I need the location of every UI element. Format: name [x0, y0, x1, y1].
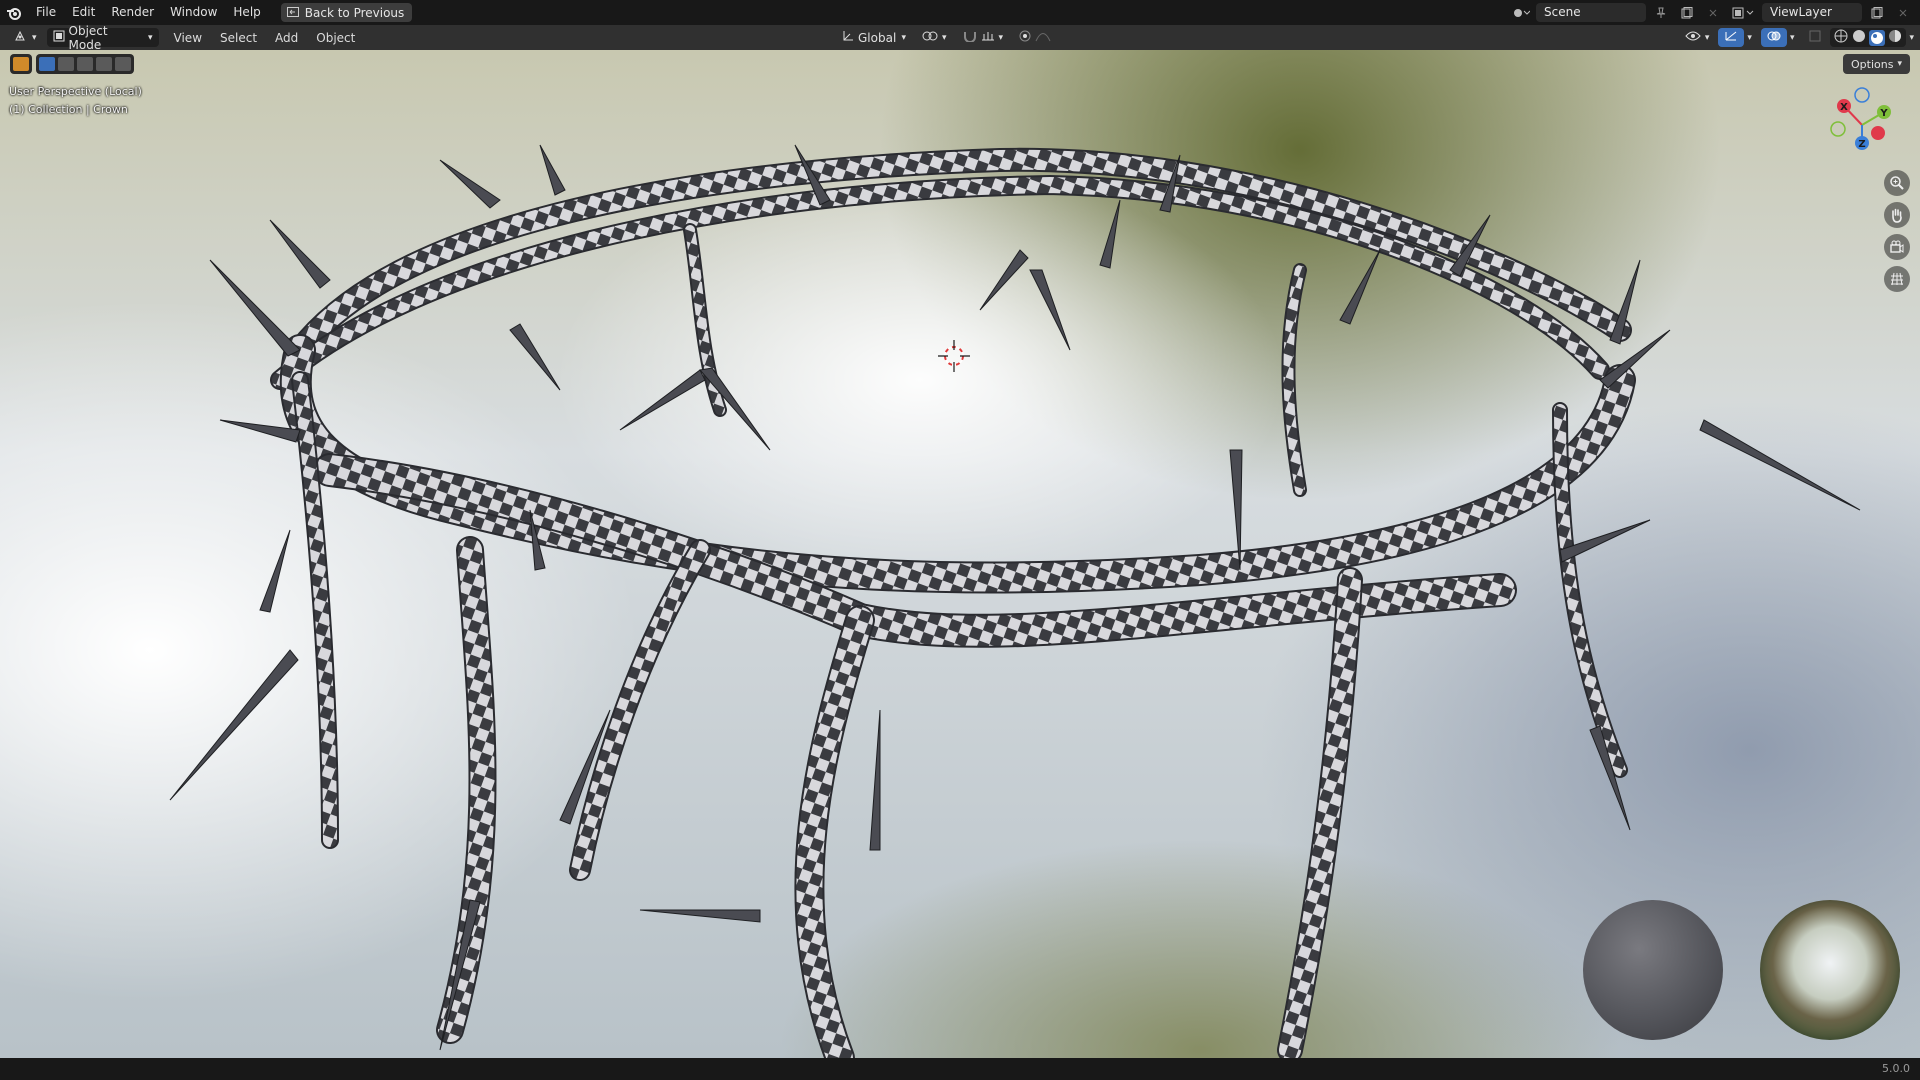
orientation-dropdown[interactable]: Global ▾: [836, 28, 912, 47]
magnet-icon: [963, 30, 977, 45]
visibility-button[interactable]: ▾: [1679, 28, 1716, 47]
chevron-down-icon: ▾: [998, 32, 1004, 43]
transform-controls: Global ▾ ▾ ▾: [836, 28, 1057, 47]
3d-cursor-icon[interactable]: [938, 340, 970, 372]
select-new-icon[interactable]: [39, 57, 55, 71]
orientation-label: Global: [858, 30, 897, 45]
pin-icon[interactable]: [1650, 3, 1672, 22]
3d-viewport[interactable]: User Perspective (Local) (1) Collection …: [0, 50, 1920, 1058]
editor-type-icon: [14, 30, 28, 45]
menu-help[interactable]: Help: [225, 0, 268, 25]
viewlayer-selector-icon[interactable]: [1728, 3, 1758, 22]
object-mode-icon: [53, 30, 65, 45]
pan-hand-icon[interactable]: [1884, 202, 1910, 228]
select-extend-icon[interactable]: [58, 57, 74, 71]
new-scene-icon[interactable]: [1676, 3, 1698, 22]
close-icon[interactable]: [1702, 3, 1724, 22]
blender-window: File Edit Render Window Help Back to Pre…: [0, 0, 1920, 1080]
viewport-header: ▾ Object Mode ▾ View Select Add Object G…: [0, 24, 1920, 52]
back-to-previous-button[interactable]: Back to Previous: [280, 3, 413, 22]
back-icon: [286, 6, 299, 20]
editor-type-button[interactable]: ▾: [8, 28, 43, 47]
select-subtract-icon[interactable]: [77, 57, 93, 71]
x-axis-label: X: [1840, 102, 1848, 113]
pivot-point-button[interactable]: ▾: [916, 28, 953, 47]
view-perspective-label: User Perspective (Local): [9, 85, 142, 98]
viewlayer-field[interactable]: ViewLayer: [1762, 3, 1862, 22]
chevron-down-icon: ▾: [32, 32, 37, 43]
chevron-down-icon: ▾: [1704, 32, 1710, 43]
mode-label: Object Mode: [68, 23, 108, 52]
active-tool-button[interactable]: [10, 54, 32, 74]
chevron-down-icon: ▾: [1897, 59, 1902, 69]
select-invert-icon[interactable]: [96, 57, 112, 71]
scene-field[interactable]: Scene: [1536, 3, 1646, 22]
menu-render[interactable]: Render: [103, 0, 162, 25]
shading-mode-group: [1830, 28, 1907, 47]
zoom-icon[interactable]: [1884, 170, 1910, 196]
y-axis-label: Y: [1879, 108, 1888, 119]
grid-icon[interactable]: [1884, 266, 1910, 292]
falloff-icon: [1035, 30, 1051, 45]
orientation-icon: [842, 30, 854, 45]
lookdev-diffuse-sphere: [1583, 900, 1723, 1040]
menu-window[interactable]: Window: [162, 0, 225, 25]
overlays-toggle-button[interactable]: [1760, 28, 1787, 47]
chevron-down-icon: ▾: [148, 32, 153, 43]
menu-edit[interactable]: Edit: [64, 0, 103, 25]
status-bar: 5.0.0: [0, 1058, 1920, 1080]
xray-toggle-button[interactable]: [1803, 28, 1827, 47]
chevron-down-icon[interactable]: ▾: [1790, 33, 1795, 43]
topbar-right-group: Scene ViewLayer: [1510, 0, 1920, 25]
camera-icon[interactable]: [1884, 234, 1910, 260]
active-collection-label: (1) Collection | Crown: [9, 103, 128, 116]
rendered-shading-icon[interactable]: [1887, 28, 1903, 47]
menu-file[interactable]: File: [28, 0, 64, 25]
chevron-down-icon: ▾: [901, 32, 906, 43]
pivot-icon: [922, 30, 938, 45]
select-cursor-icon: [13, 57, 29, 71]
eye-icon: [1685, 30, 1701, 45]
version-label: 5.0.0: [1882, 1062, 1910, 1075]
xray-icon: [1809, 30, 1821, 45]
overlays-icon: [1767, 30, 1781, 45]
mode-selector[interactable]: Object Mode ▾: [46, 24, 159, 52]
selection-mode-group: [36, 54, 134, 74]
viewport-navigation-tools: [1884, 170, 1910, 292]
chevron-down-icon[interactable]: ▾: [1747, 33, 1752, 43]
navigation-gizmo[interactable]: X Y Z: [1822, 85, 1902, 165]
options-label: Options: [1851, 57, 1894, 71]
select-intersect-icon[interactable]: [115, 57, 131, 71]
chevron-down-icon[interactable]: ▾: [1909, 33, 1914, 43]
back-to-previous-label: Back to Previous: [304, 5, 405, 20]
viewport-shading-controls: ▾ ▾ ▾ ▾: [1679, 28, 1914, 47]
chevron-down-icon: ▾: [942, 32, 947, 43]
top-menu-bar: File Edit Render Window Help Back to Pre…: [0, 0, 1920, 25]
wireframe-shading-icon[interactable]: [1833, 28, 1849, 47]
select-tool-row: [10, 54, 134, 74]
new-viewlayer-icon[interactable]: [1866, 3, 1888, 22]
menu-view[interactable]: View: [165, 31, 211, 45]
snap-button[interactable]: ▾: [957, 28, 1010, 47]
menu-select[interactable]: Select: [211, 31, 266, 45]
close-viewlayer-icon[interactable]: [1892, 3, 1914, 22]
lookdev-hdri-sphere: [1760, 900, 1900, 1040]
solid-shading-icon[interactable]: [1851, 28, 1867, 47]
menu-object[interactable]: Object: [307, 31, 364, 45]
gizmo-toggle-button[interactable]: [1718, 28, 1745, 47]
options-dropdown[interactable]: Options ▾: [1843, 54, 1910, 74]
material-shading-icon[interactable]: [1869, 29, 1886, 46]
z-axis-label: Z: [1858, 139, 1865, 150]
scene-selector-icon[interactable]: [1510, 3, 1532, 22]
menu-add[interactable]: Add: [266, 31, 307, 45]
snap-increment-icon: [981, 30, 995, 45]
blender-logo-icon[interactable]: [0, 0, 28, 25]
proportional-edit-button[interactable]: [1013, 28, 1057, 47]
gizmo-icon: [1724, 30, 1738, 45]
proportional-icon: [1019, 30, 1031, 45]
